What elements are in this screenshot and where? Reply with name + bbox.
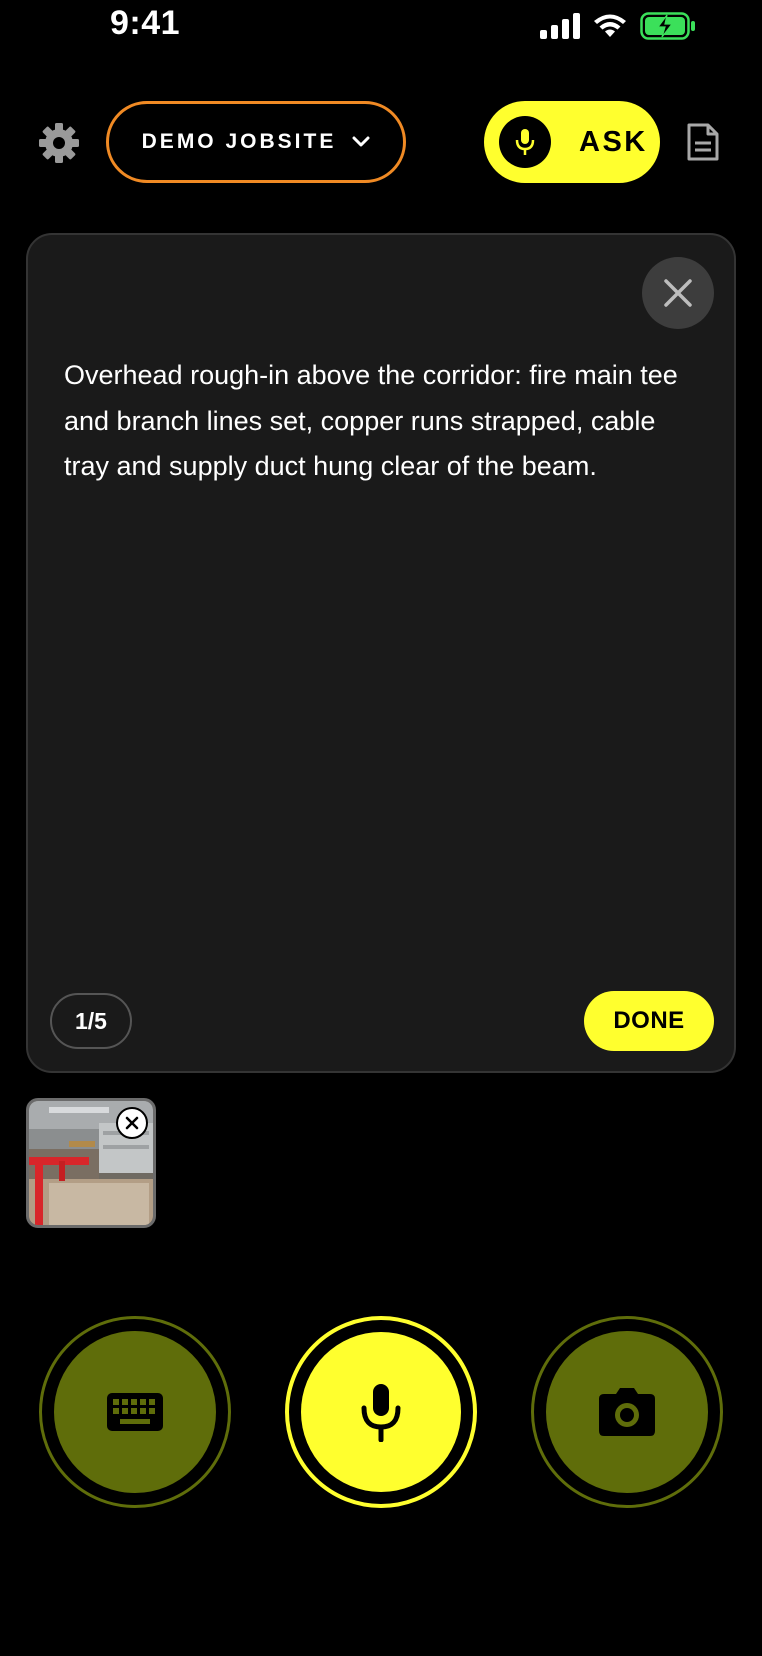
camera-button[interactable] (531, 1316, 723, 1508)
cellular-signal-icon (540, 13, 580, 39)
ask-mic-badge (499, 116, 551, 168)
close-icon (664, 279, 692, 307)
note-text[interactable]: Overhead rough-in above the corridor: fi… (64, 353, 694, 490)
remove-photo-button[interactable] (116, 1107, 148, 1139)
close-icon (125, 1116, 139, 1130)
jobsite-selector-button[interactable]: DEMO JOBSITE (106, 101, 406, 183)
microphone-icon (361, 1384, 401, 1442)
status-icons (540, 12, 696, 40)
keyboard-input-button[interactable] (39, 1316, 231, 1508)
wifi-icon (594, 14, 626, 37)
jobsite-label: DEMO JOBSITE (141, 130, 337, 153)
microphone-icon (515, 129, 535, 155)
ask-button[interactable]: ASK (484, 101, 660, 183)
status-time: 9:41 (110, 4, 181, 42)
page-counter: 1/5 (50, 993, 132, 1049)
chevron-down-icon (352, 136, 370, 147)
camera-icon (599, 1388, 655, 1436)
ask-label: ASK (579, 125, 648, 158)
close-note-button[interactable] (642, 257, 714, 329)
keyboard-icon (107, 1393, 163, 1431)
done-button[interactable]: DONE (584, 991, 714, 1051)
document-icon[interactable] (686, 122, 720, 162)
settings-gear-icon[interactable] (38, 122, 80, 164)
note-card: Overhead rough-in above the corridor: fi… (26, 233, 736, 1073)
battery-charging-icon (640, 12, 695, 40)
record-voice-button[interactable] (285, 1316, 477, 1508)
